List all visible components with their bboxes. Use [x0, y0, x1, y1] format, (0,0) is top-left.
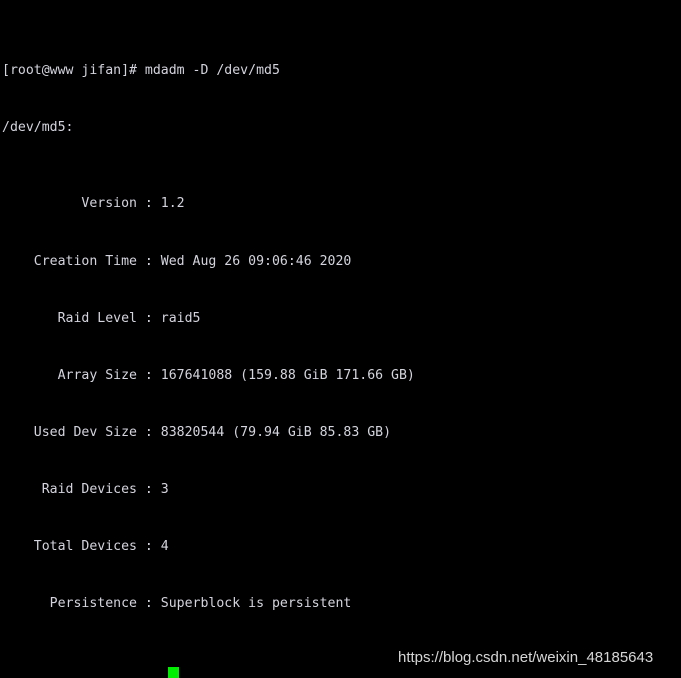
terminal-window[interactable]: [root@www jifan]# mdadm -D /dev/md5 /dev…: [0, 0, 681, 678]
detail-persistence: Persistence : Superblock is persistent: [2, 596, 352, 612]
detail-total-devices: Total Devices : 4: [2, 539, 169, 555]
terminal-cursor: [168, 667, 179, 678]
detail-raid-level: Raid Level : raid5: [2, 310, 201, 326]
device-header-line: /dev/md5:: [2, 120, 74, 136]
detail-array-size: Array Size : 167641088 (159.88 GiB 171.6…: [2, 367, 415, 383]
command-line: [root@www jifan]# mdadm -D /dev/md5: [2, 63, 280, 79]
detail-raid-devices: Raid Devices : 3: [2, 482, 169, 498]
detail-used-dev-size: Used Dev Size : 83820544 (79.94 GiB 85.8…: [2, 425, 392, 441]
terminal-screen: [root@www jifan]# mdadm -D /dev/md5 /dev…: [0, 4, 681, 678]
detail-creation-time: Creation Time : Wed Aug 26 09:06:46 2020: [2, 253, 352, 269]
detail-version: Version : 1.2: [2, 196, 185, 212]
